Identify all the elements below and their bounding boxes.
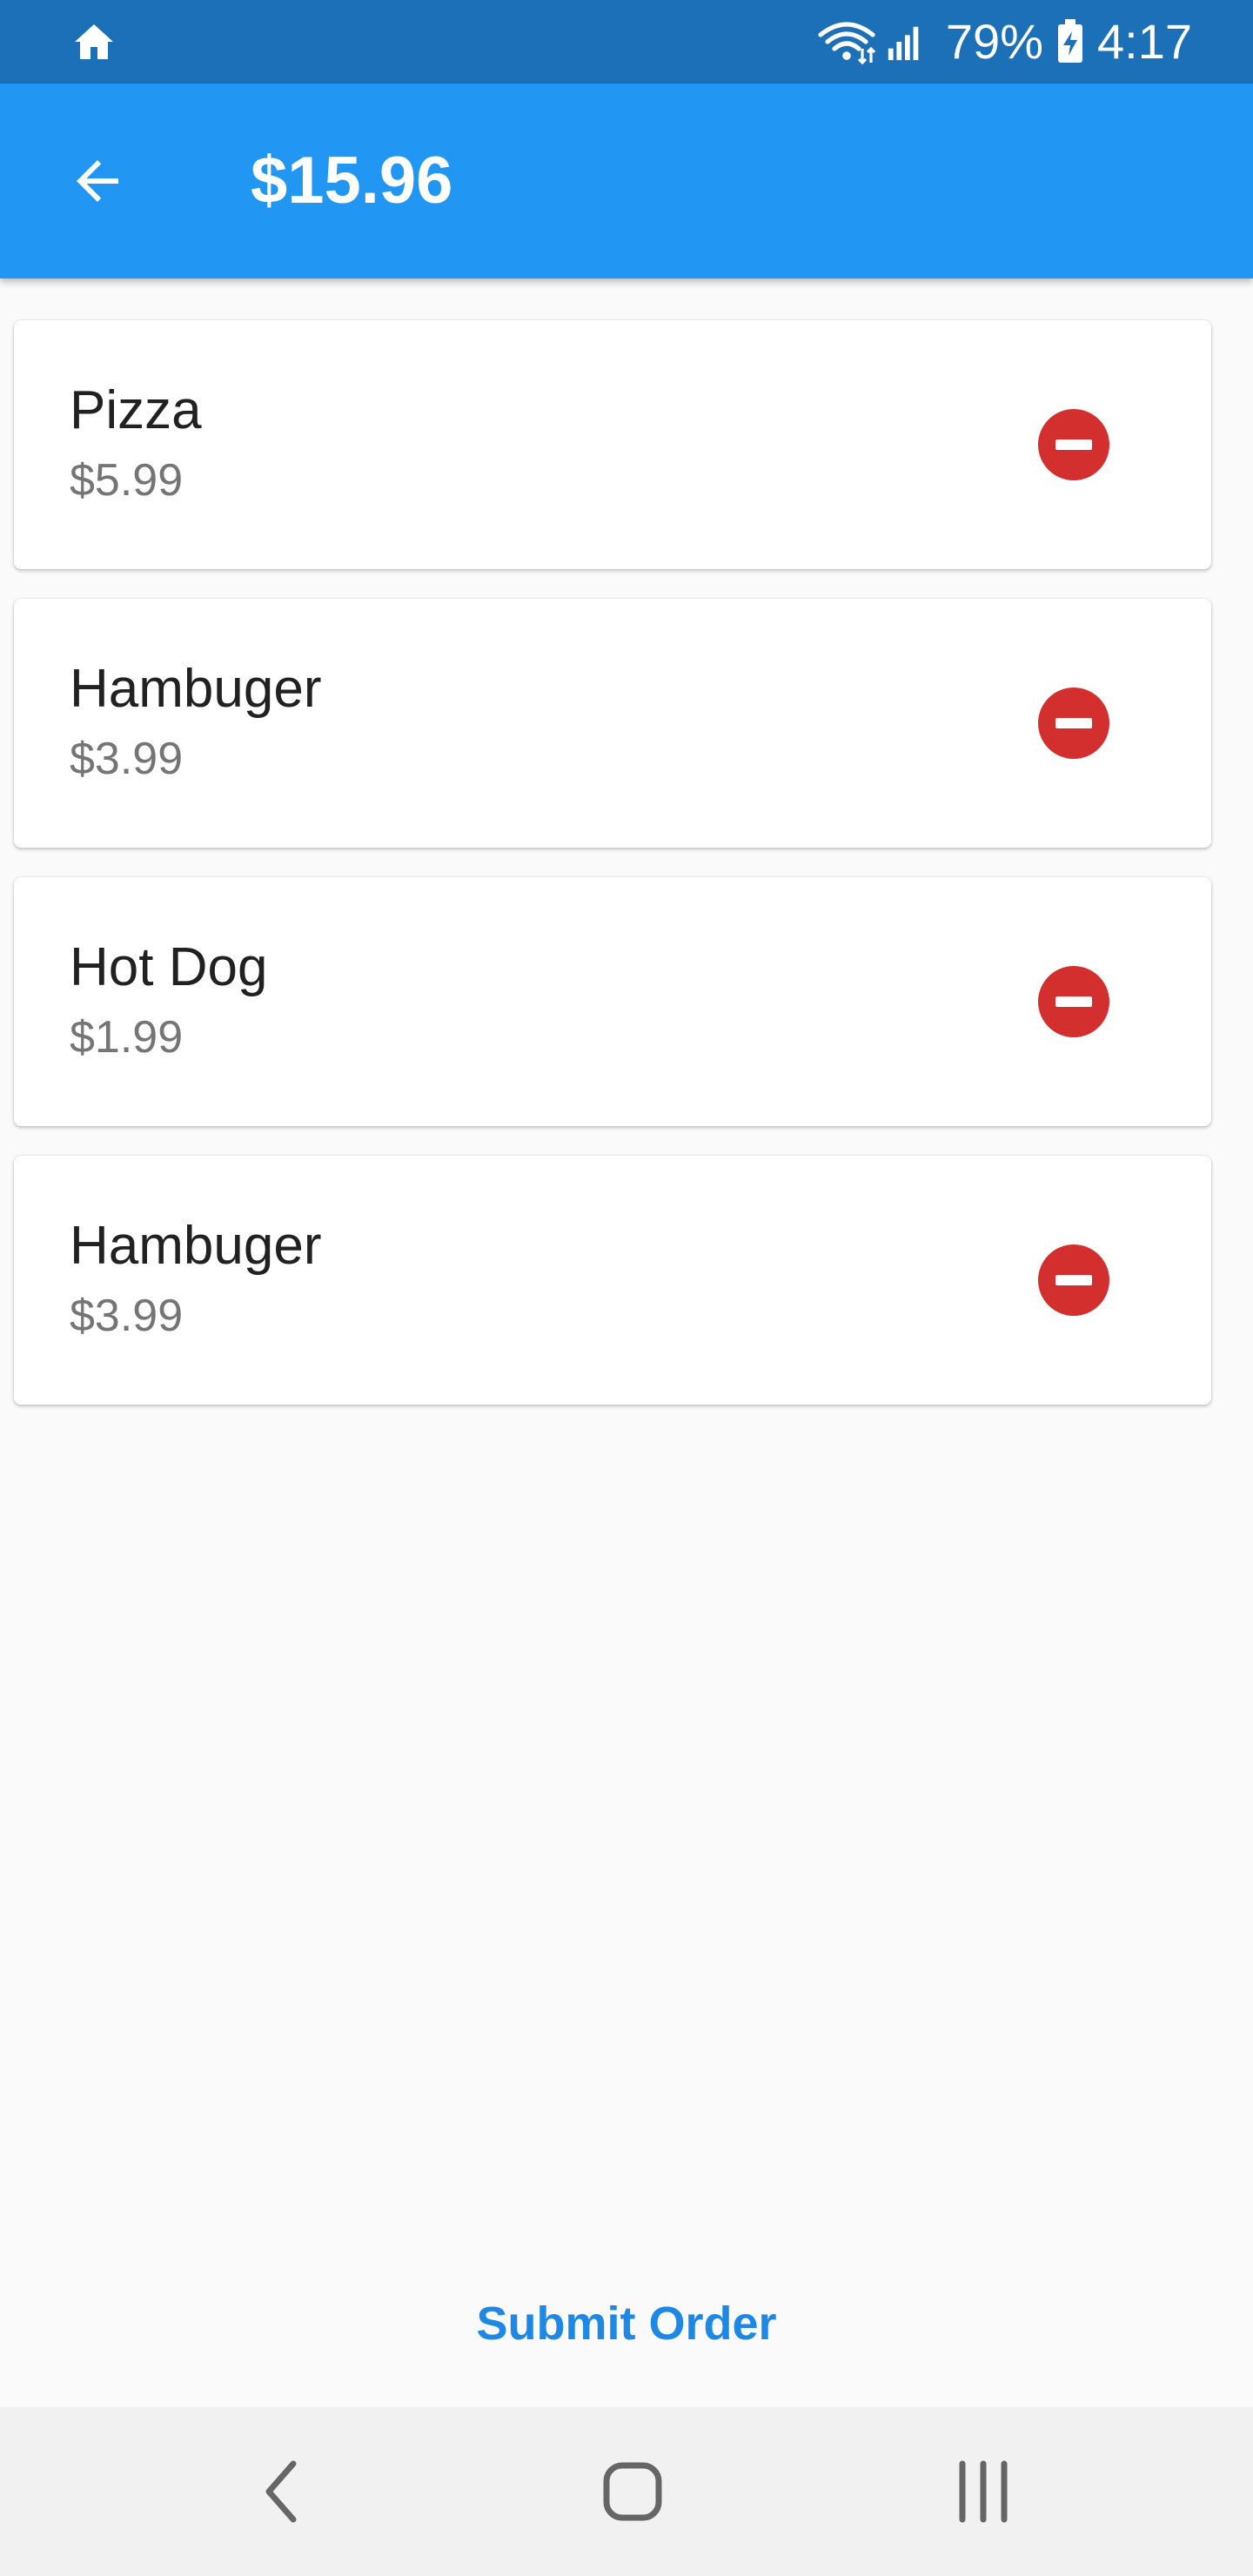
- arrow-back-icon: [77, 160, 118, 202]
- recent-apps-icon: [959, 2460, 1008, 2523]
- item-name: Hambuger: [70, 659, 322, 719]
- remove-circle-icon: [1038, 688, 1109, 759]
- cart-item-card: Hambuger $3.99: [14, 1156, 1211, 1405]
- cart-list: Pizza $5.99 Hambuger $3.99 Hot Dog $1.99…: [14, 320, 1211, 1434]
- remove-circle-icon: [1038, 1244, 1109, 1316]
- back-button[interactable]: [49, 132, 146, 230]
- status-bar: 79% 4:17: [0, 0, 1253, 84]
- nav-recent-apps-button[interactable]: [914, 2407, 1053, 2576]
- nav-home-button[interactable]: [563, 2407, 702, 2576]
- order-total-title: $15.96: [251, 144, 453, 218]
- item-name: Hambuger: [70, 1216, 322, 1276]
- remove-circle-icon: [1038, 409, 1109, 480]
- system-navigation-bar: [0, 2407, 1253, 2576]
- item-price: $3.99: [70, 1291, 184, 1341]
- battery-charging-icon: [1058, 19, 1082, 63]
- item-price: $1.99: [70, 1012, 184, 1063]
- submit-order-button[interactable]: Submit Order: [409, 2280, 844, 2367]
- wifi-icon: [818, 22, 876, 64]
- remove-circle-icon: [1038, 966, 1109, 1037]
- home-icon: [75, 24, 113, 59]
- nav-back-button[interactable]: [213, 2407, 352, 2576]
- remove-item-button[interactable]: [1032, 960, 1116, 1043]
- cart-item-card: Hot Dog $1.99: [14, 877, 1211, 1126]
- status-time: 4:17: [1097, 14, 1192, 69]
- cart-item-card: Pizza $5.99: [14, 320, 1211, 569]
- chevron-left-icon: [265, 2460, 297, 2523]
- item-price: $3.99: [70, 734, 184, 784]
- remove-item-button[interactable]: [1032, 403, 1116, 486]
- rounded-square-icon: [603, 2462, 662, 2521]
- item-name: Pizza: [70, 380, 202, 440]
- battery-percent: 79%: [945, 14, 1043, 69]
- signal-icon: [888, 26, 919, 61]
- app-bar: $15.96: [0, 84, 1253, 278]
- cart-item-card: Hambuger $3.99: [14, 599, 1211, 848]
- item-price: $5.99: [70, 455, 184, 506]
- remove-item-button[interactable]: [1032, 681, 1116, 765]
- item-name: Hot Dog: [70, 937, 268, 997]
- remove-item-button[interactable]: [1032, 1238, 1116, 1322]
